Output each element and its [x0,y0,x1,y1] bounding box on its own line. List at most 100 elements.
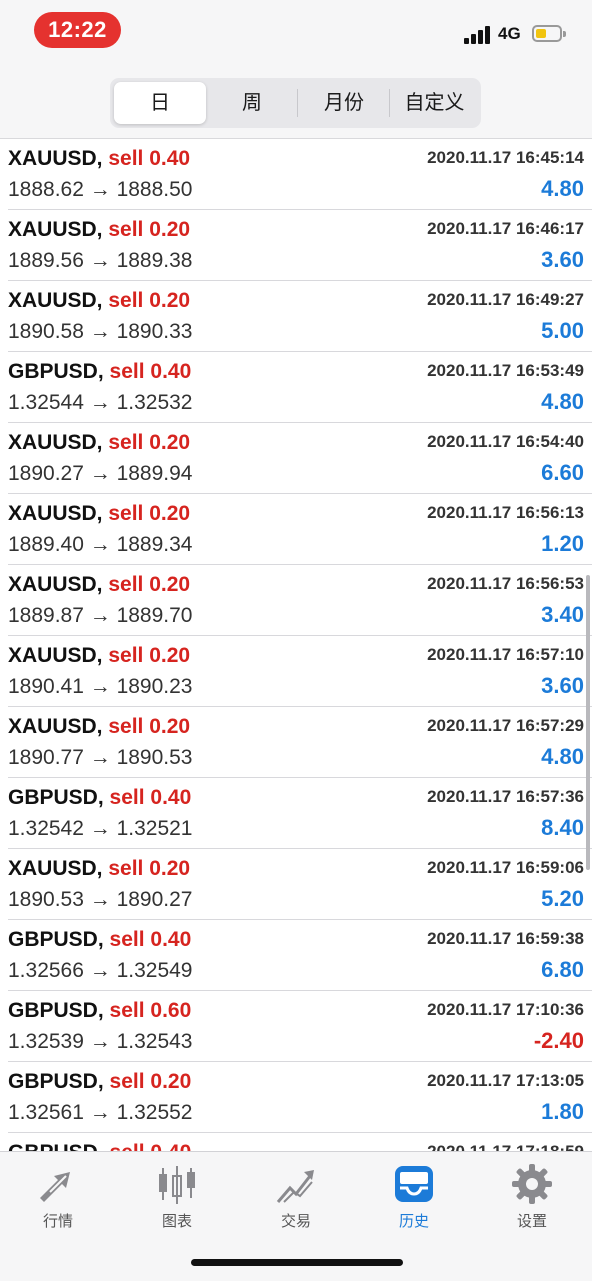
trade-side: sell 0.20 [108,289,191,312]
trade-row[interactable]: XAUUSD, sell 0.20 2020.11.17 16:49:27 18… [8,281,592,352]
header: 12:22 4G 日 周 月份 自定义 [0,0,592,139]
trade-prices: 1.32561 → 1.32552 [8,1101,193,1124]
trade-symbol: XAUUSD, [8,289,103,312]
trade-datetime: 2020.11.17 16:59:38 [427,929,584,948]
trade-profit: 3.60 [541,673,584,698]
trade-prices: 1890.27 → 1889.94 [8,462,193,485]
trade-datetime: 2020.11.17 16:45:14 [427,148,584,167]
trade-row[interactable]: XAUUSD, sell 0.20 2020.11.17 16:46:17 18… [8,210,592,281]
trade-symbol: XAUUSD, [8,502,103,525]
trade-profit: 1.20 [541,531,584,556]
trade-row[interactable]: GBPUSD, sell 0.40 2020.11.17 16:53:49 1.… [8,352,592,423]
trade-row[interactable]: GBPUSD, sell 0.20 2020.11.17 17:13:05 1.… [8,1062,592,1133]
trade-row[interactable]: XAUUSD, sell 0.20 2020.11.17 16:56:53 18… [8,565,592,636]
trade-side: sell 0.40 [109,928,192,951]
trade-side: sell 0.40 [110,1141,192,1151]
trade-side: sell 0.20 [108,857,191,880]
trade-side: sell 0.20 [108,573,191,596]
trade-history-list[interactable]: XAUUSD, sell 0.40 2020.11.17 16:45:14 18… [0,139,592,1151]
trade-row[interactable]: XAUUSD, sell 0.40 2020.11.17 16:45:14 18… [8,139,592,210]
trade-side: sell 0.20 [108,644,191,667]
trade-side: sell 0.40 [109,786,192,809]
trade-symbol: XAUUSD, [8,857,103,880]
tab-trade[interactable]: 交易 [256,1162,336,1231]
list-scrollbar[interactable] [586,575,590,870]
trade-prices: 1890.53 → 1890.27 [8,888,193,911]
trade-profit: 5.20 [541,886,584,911]
trade-symbol: GBPUSD, [8,786,104,809]
trade-side: sell 0.60 [109,999,192,1022]
trade-symbol: GBPUSD, [8,360,104,383]
trade-datetime: 2020.11.17 16:46:17 [427,219,584,238]
trade-row[interactable]: XAUUSD, sell 0.20 2020.11.17 16:59:06 18… [8,849,592,920]
trade-prices: 1890.58 → 1890.33 [8,320,193,343]
trade-symbol: XAUUSD, [8,644,103,667]
trade-prices: 1888.62 → 1888.50 [8,178,193,201]
trade-profit: 6.80 [541,957,584,982]
trade-profit: 8.40 [541,815,584,840]
trade-datetime: 2020.11.17 16:49:27 [427,290,584,309]
trade-symbol: GBPUSD, [8,1141,104,1151]
trade-symbol: GBPUSD, [8,1070,104,1093]
gear-icon [510,1162,554,1206]
tab-chart[interactable]: 图表 [137,1162,217,1231]
trade-side: sell 0.40 [108,147,191,170]
trade-row[interactable]: XAUUSD, sell 0.20 2020.11.17 16:57:10 18… [8,636,592,707]
trade-side: sell 0.20 [108,715,191,738]
trade-row[interactable]: XAUUSD, sell 0.20 2020.11.17 16:54:40 18… [8,423,592,494]
trade-prices: 1.32539 → 1.32543 [8,1030,193,1053]
trade-profit: -2.40 [533,1028,584,1053]
trade-profit: 4.80 [541,744,584,769]
trade-datetime: 2020.11.17 16:57:36 [427,787,584,806]
trade-row[interactable]: XAUUSD, sell 0.20 2020.11.17 16:56:13 18… [8,494,592,565]
tab-label: 交易 [280,1213,311,1230]
period-tab-week[interactable]: 周 [206,82,298,124]
trade-prices: 1889.87 → 1889.70 [8,604,193,627]
period-tab-month[interactable]: 月份 [298,82,390,124]
trade-row[interactable]: XAUUSD, sell 0.20 2020.11.17 16:57:29 18… [8,707,592,778]
trade-row[interactable]: GBPUSD, sell 0.60 2020.11.17 17:10:36 1.… [8,991,592,1062]
trade-side: sell 0.20 [108,502,191,525]
trade-side: sell 0.20 [108,218,191,241]
period-tab-custom[interactable]: 自定义 [390,82,479,124]
trade-datetime: 2020.11.17 16:57:29 [427,716,584,735]
trade-prices: 1889.40 → 1889.34 [8,533,193,556]
tab-history[interactable]: 历史 [374,1162,454,1231]
trade-profit: 6.60 [541,460,584,485]
trade-prices: 1890.41 → 1890.23 [8,675,193,698]
trade-prices: 1890.77 → 1890.53 [8,746,193,769]
trade-row[interactable]: GBPUSD, sell 0.40 2020.11.17 17:18:59 [8,1133,592,1151]
status-time: 12:22 [34,12,121,48]
trade-profit: 4.80 [541,176,584,201]
trade-symbol: XAUUSD, [8,573,103,596]
period-segmented-control: 日 周 月份 自定义 [110,78,481,128]
trade-datetime: 2020.11.17 17:13:05 [427,1071,584,1090]
trade-row[interactable]: GBPUSD, sell 0.40 2020.11.17 16:59:38 1.… [8,920,592,991]
trade-prices: 1.32542 → 1.32521 [8,817,193,840]
quotes-arrows-icon [36,1162,80,1206]
home-indicator[interactable] [191,1259,403,1266]
trade-symbol: XAUUSD, [8,147,103,170]
period-tab-day[interactable]: 日 [114,82,206,124]
trade-row[interactable]: GBPUSD, sell 0.40 2020.11.17 16:57:36 1.… [8,778,592,849]
trade-trend-icon [274,1162,318,1206]
tab-label: 图表 [161,1213,192,1230]
cellular-signal-icon [464,26,492,44]
trade-datetime: 2020.11.17 17:18:59 [427,1142,584,1151]
tab-label: 设置 [516,1213,547,1230]
trade-symbol: GBPUSD, [8,999,104,1022]
tab-quotes[interactable]: 行情 [18,1162,98,1231]
trade-prices: 1.32544 → 1.32532 [8,391,193,414]
trade-datetime: 2020.11.17 16:54:40 [427,432,584,451]
tab-settings[interactable]: 设置 [492,1162,572,1231]
trade-datetime: 2020.11.17 16:56:13 [427,503,584,522]
trade-prices: 1889.56 → 1889.38 [8,249,193,272]
tab-label: 行情 [42,1213,73,1230]
trade-datetime: 2020.11.17 16:59:06 [427,858,584,877]
candlestick-chart-icon [155,1162,199,1206]
trade-symbol: XAUUSD, [8,218,103,241]
trade-prices: 1.32566 → 1.32549 [8,959,193,982]
trade-side: sell 0.40 [109,360,192,383]
trade-datetime: 2020.11.17 16:57:10 [427,645,584,664]
trade-profit: 5.00 [541,318,584,343]
